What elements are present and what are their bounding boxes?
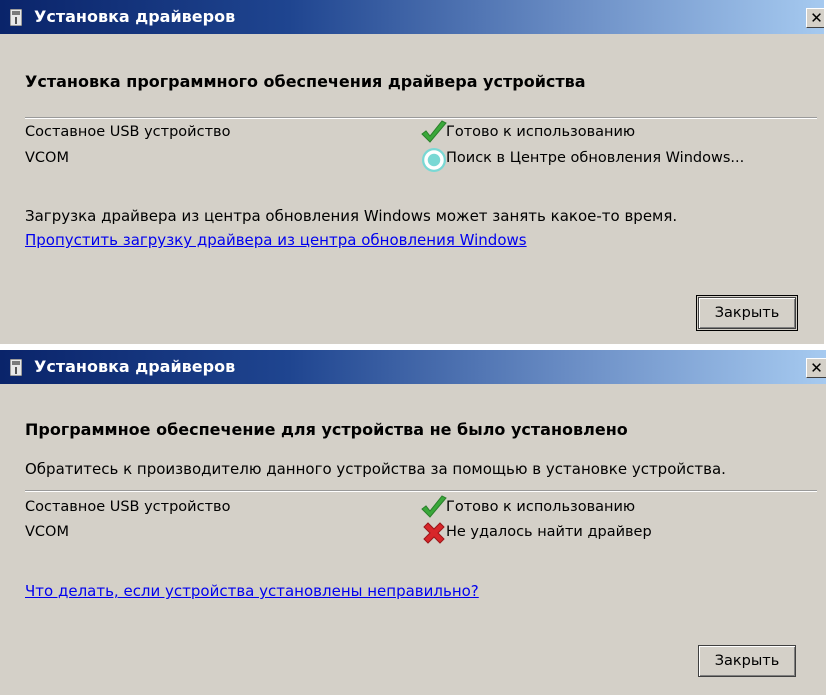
searching-spinner-icon	[422, 148, 446, 172]
close-icon: ✕	[810, 9, 823, 27]
device-status-vcom: Поиск в Центре обновления Windows...	[446, 150, 745, 166]
device-installer-icon	[10, 9, 22, 26]
window-title: Установка драйверов	[34, 7, 236, 26]
close-dialog-button[interactable]: Закрыть	[698, 645, 796, 677]
separator	[25, 117, 817, 119]
info-text: Загрузка драйвера из центра обновления W…	[25, 207, 678, 225]
troubleshoot-link[interactable]: Что делать, если устройства установлены …	[25, 582, 479, 600]
dialog-heading: Программное обеспечение для устройства н…	[25, 420, 628, 439]
device-name-vcom: VCOM	[25, 524, 69, 540]
dialog-heading: Установка программного обеспечения драйв…	[25, 72, 586, 91]
check-icon	[421, 120, 447, 143]
info-text: Обратитесь к производителю данного устро…	[25, 460, 726, 478]
separator	[25, 490, 817, 492]
title-bar: Установка драйверов ✕	[0, 350, 826, 384]
skip-windows-update-link[interactable]: Пропустить загрузку драйвера из центра о…	[25, 231, 527, 249]
device-installer-icon	[10, 359, 22, 376]
close-button[interactable]: ✕	[806, 8, 824, 28]
close-button[interactable]: ✕	[806, 358, 826, 378]
driver-install-window-failed: Установка драйверов ✕ Программное обеспе…	[0, 350, 826, 695]
device-name-usb: Составное USB устройство	[25, 124, 231, 140]
title-bar: Установка драйверов ✕	[0, 0, 824, 34]
driver-install-window-progress: Установка драйверов ✕ Установка программ…	[0, 0, 826, 344]
device-name-usb: Составное USB устройство	[25, 499, 231, 515]
device-status-usb: Готово к использованию	[446, 124, 636, 140]
device-status-usb: Готово к использованию	[446, 499, 636, 515]
device-status-vcom: Не удалось найти драйвер	[446, 524, 652, 540]
close-icon: ✕	[810, 359, 823, 377]
window-title: Установка драйверов	[34, 357, 236, 376]
close-dialog-button[interactable]: Закрыть	[696, 295, 798, 331]
check-icon	[421, 495, 447, 518]
device-name-vcom: VCOM	[25, 150, 69, 166]
error-x-icon	[423, 522, 445, 544]
